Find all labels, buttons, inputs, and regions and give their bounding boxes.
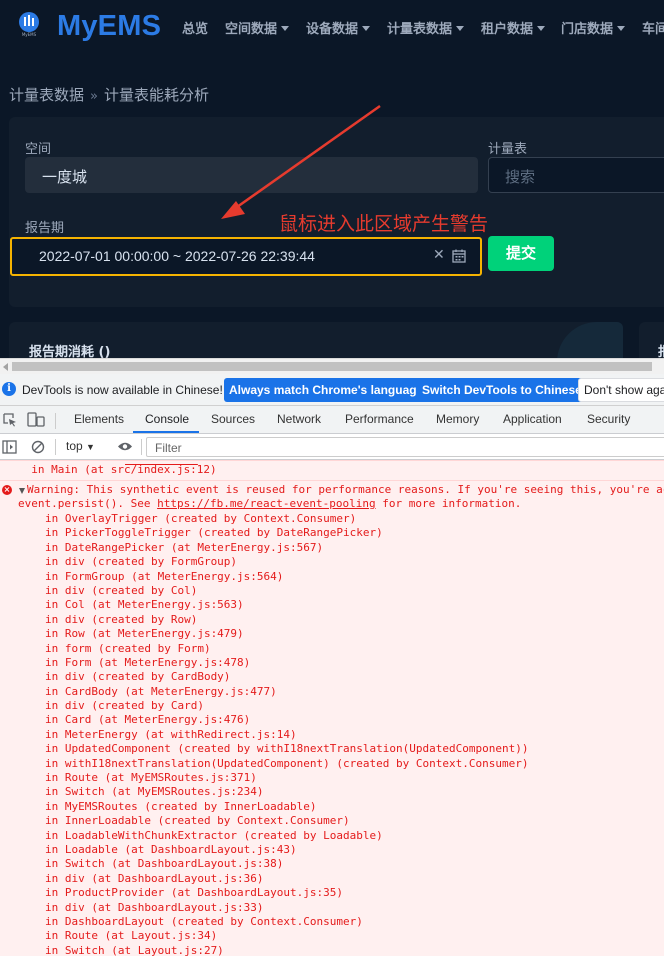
stack-line: in Loadable (at DashboardLayout.js:43) — [45, 842, 297, 856]
switch-language-button[interactable]: Switch DevTools to Chinese — [417, 378, 587, 402]
consumption-card: 报告期消耗 () — [9, 322, 623, 358]
stack-line: in Switch (at Layout.js:27) — [45, 943, 224, 956]
tab-elements[interactable]: Elements — [74, 412, 124, 426]
warning-message: Warning: This synthetic event is reused … — [27, 483, 664, 496]
filter-placeholder: Filter — [155, 441, 182, 455]
stack-line: in InnerLoadable (created by Context.Con… — [45, 814, 350, 828]
devtools-panel: i DevTools is now available in Chinese! … — [0, 374, 664, 956]
console-toolbar: top ▼ Filter — [0, 434, 664, 460]
tab-security[interactable]: Security — [587, 412, 630, 426]
stack-line: in DashboardLayout (created by Context.C… — [45, 914, 363, 928]
tab-memory[interactable]: Memory — [436, 412, 479, 426]
stack-line: in Route (at MyEMSRoutes.js:371) — [45, 771, 257, 785]
match-language-button[interactable]: Always match Chrome's language — [224, 378, 429, 402]
active-tab-indicator — [133, 431, 199, 433]
stack-line: in LoadableWithChunkExtractor (created b… — [45, 828, 383, 842]
stack-line: in Col (at MeterEnergy.js:563) — [45, 598, 244, 612]
dont-show-again-button[interactable]: Don't show again — [578, 378, 664, 402]
clear-console-icon[interactable] — [31, 440, 45, 454]
toolbar-separator — [141, 439, 142, 455]
previous-log-entry: in Main (at src/index.js:12) — [0, 461, 664, 481]
toolbar-separator — [55, 439, 56, 455]
language-infobar: i DevTools is now available in Chinese! … — [0, 374, 664, 406]
stack-line: in UpdatedComponent (created by withI18n… — [45, 742, 529, 756]
stack-line: in div (created by Row) — [45, 612, 198, 626]
stack-line: in PickerToggleTrigger (created by DateR… — [45, 526, 383, 540]
card-decoration — [557, 322, 623, 358]
stack-line: in OverlayTrigger (created by Context.Co… — [45, 512, 357, 525]
stack-line: in div (created by Col) — [45, 583, 198, 597]
stack-line: in Switch (at DashboardLayout.js:38) — [45, 857, 284, 871]
stack-line: in Row (at MeterEnergy.js:479) — [45, 627, 244, 641]
stack-line: in div (at DashboardLayout.js:33) — [45, 900, 264, 914]
stack-line: in FormGroup (at MeterEnergy.js:564) — [45, 569, 284, 583]
stack-line: in MeterEnergy (at withRedirect.js:14) — [45, 727, 297, 741]
info-icon: i — [2, 382, 16, 396]
stack-line: in MyEMSRoutes (created by InnerLoadable… — [45, 799, 317, 813]
stack-line: in div (at DashboardLayout.js:36) — [45, 871, 264, 885]
tab-console[interactable]: Console — [145, 412, 189, 426]
error-icon: × — [2, 485, 12, 495]
stack-line: in form (created by Form) — [45, 641, 211, 655]
stack-line: in div (created by CardBody) — [45, 670, 231, 684]
stack-line: in withI18nextTranslation(UpdatedCompone… — [45, 756, 529, 770]
inspect-element-icon[interactable] — [3, 413, 17, 427]
sidebar-toggle-icon[interactable] — [2, 440, 17, 454]
warning-message-cont: event.persist(). See https://fb.me/react… — [18, 497, 522, 510]
consumption-card-title: 报告期消耗 () — [29, 345, 111, 358]
scroll-left-icon[interactable] — [3, 363, 8, 371]
second-card-title: 报 — [658, 341, 664, 358]
tab-application[interactable]: Application — [503, 412, 562, 426]
toolbar-separator — [55, 413, 56, 429]
stack-line: in div (created by FormGroup) — [45, 555, 238, 569]
infobar-text: DevTools is now available in Chinese! — [22, 383, 223, 397]
component-stack: in OverlayTrigger (created by Context.Co… — [0, 512, 664, 956]
console-filter-input[interactable]: Filter — [146, 437, 664, 457]
tab-network[interactable]: Network — [277, 412, 321, 426]
expand-triangle-icon[interactable] — [19, 488, 25, 494]
myems-app: MyEMS MyEMS 总览 空间数据 设备数据 计量表数据 租户数据 门店数据… — [0, 0, 664, 358]
stack-line: in ProductProvider (at DashboardLayout.j… — [45, 886, 344, 900]
annotation-arrow-icon — [221, 104, 381, 219]
previous-log-line: in Main (at src/index.js:12) — [18, 463, 217, 476]
stack-line: in Card (at MeterEnergy.js:476) — [45, 713, 251, 727]
stack-line: in CardBody (at MeterEnergy.js:477) — [45, 684, 277, 698]
eye-icon[interactable] — [117, 441, 133, 452]
horizontal-scrollbar[interactable] — [0, 358, 664, 374]
scroll-thumb[interactable] — [12, 362, 652, 371]
stack-line: in DateRangePicker (at MeterEnergy.js:56… — [45, 540, 324, 554]
device-toolbar-icon[interactable] — [27, 412, 45, 427]
tab-performance[interactable]: Performance — [345, 412, 414, 426]
stack-line: in Form (at MeterEnergy.js:478) — [45, 655, 251, 669]
tab-sources[interactable]: Sources — [211, 412, 255, 426]
console-output: in Main (at src/index.js:12) × Warning: … — [0, 460, 664, 956]
second-card: 报 — [639, 322, 664, 358]
stack-line: in div (created by Card) — [45, 699, 204, 713]
devtools-tabbar: Elements Console Sources Network Perform… — [0, 406, 664, 434]
react-event-pooling-link[interactable]: https://fb.me/react-event-pooling — [157, 497, 376, 510]
stack-line: in Switch (at MyEMSRoutes.js:234) — [45, 785, 264, 799]
stack-line: in Route (at Layout.js:34) — [45, 929, 218, 943]
context-select[interactable]: top ▼ — [66, 439, 95, 453]
